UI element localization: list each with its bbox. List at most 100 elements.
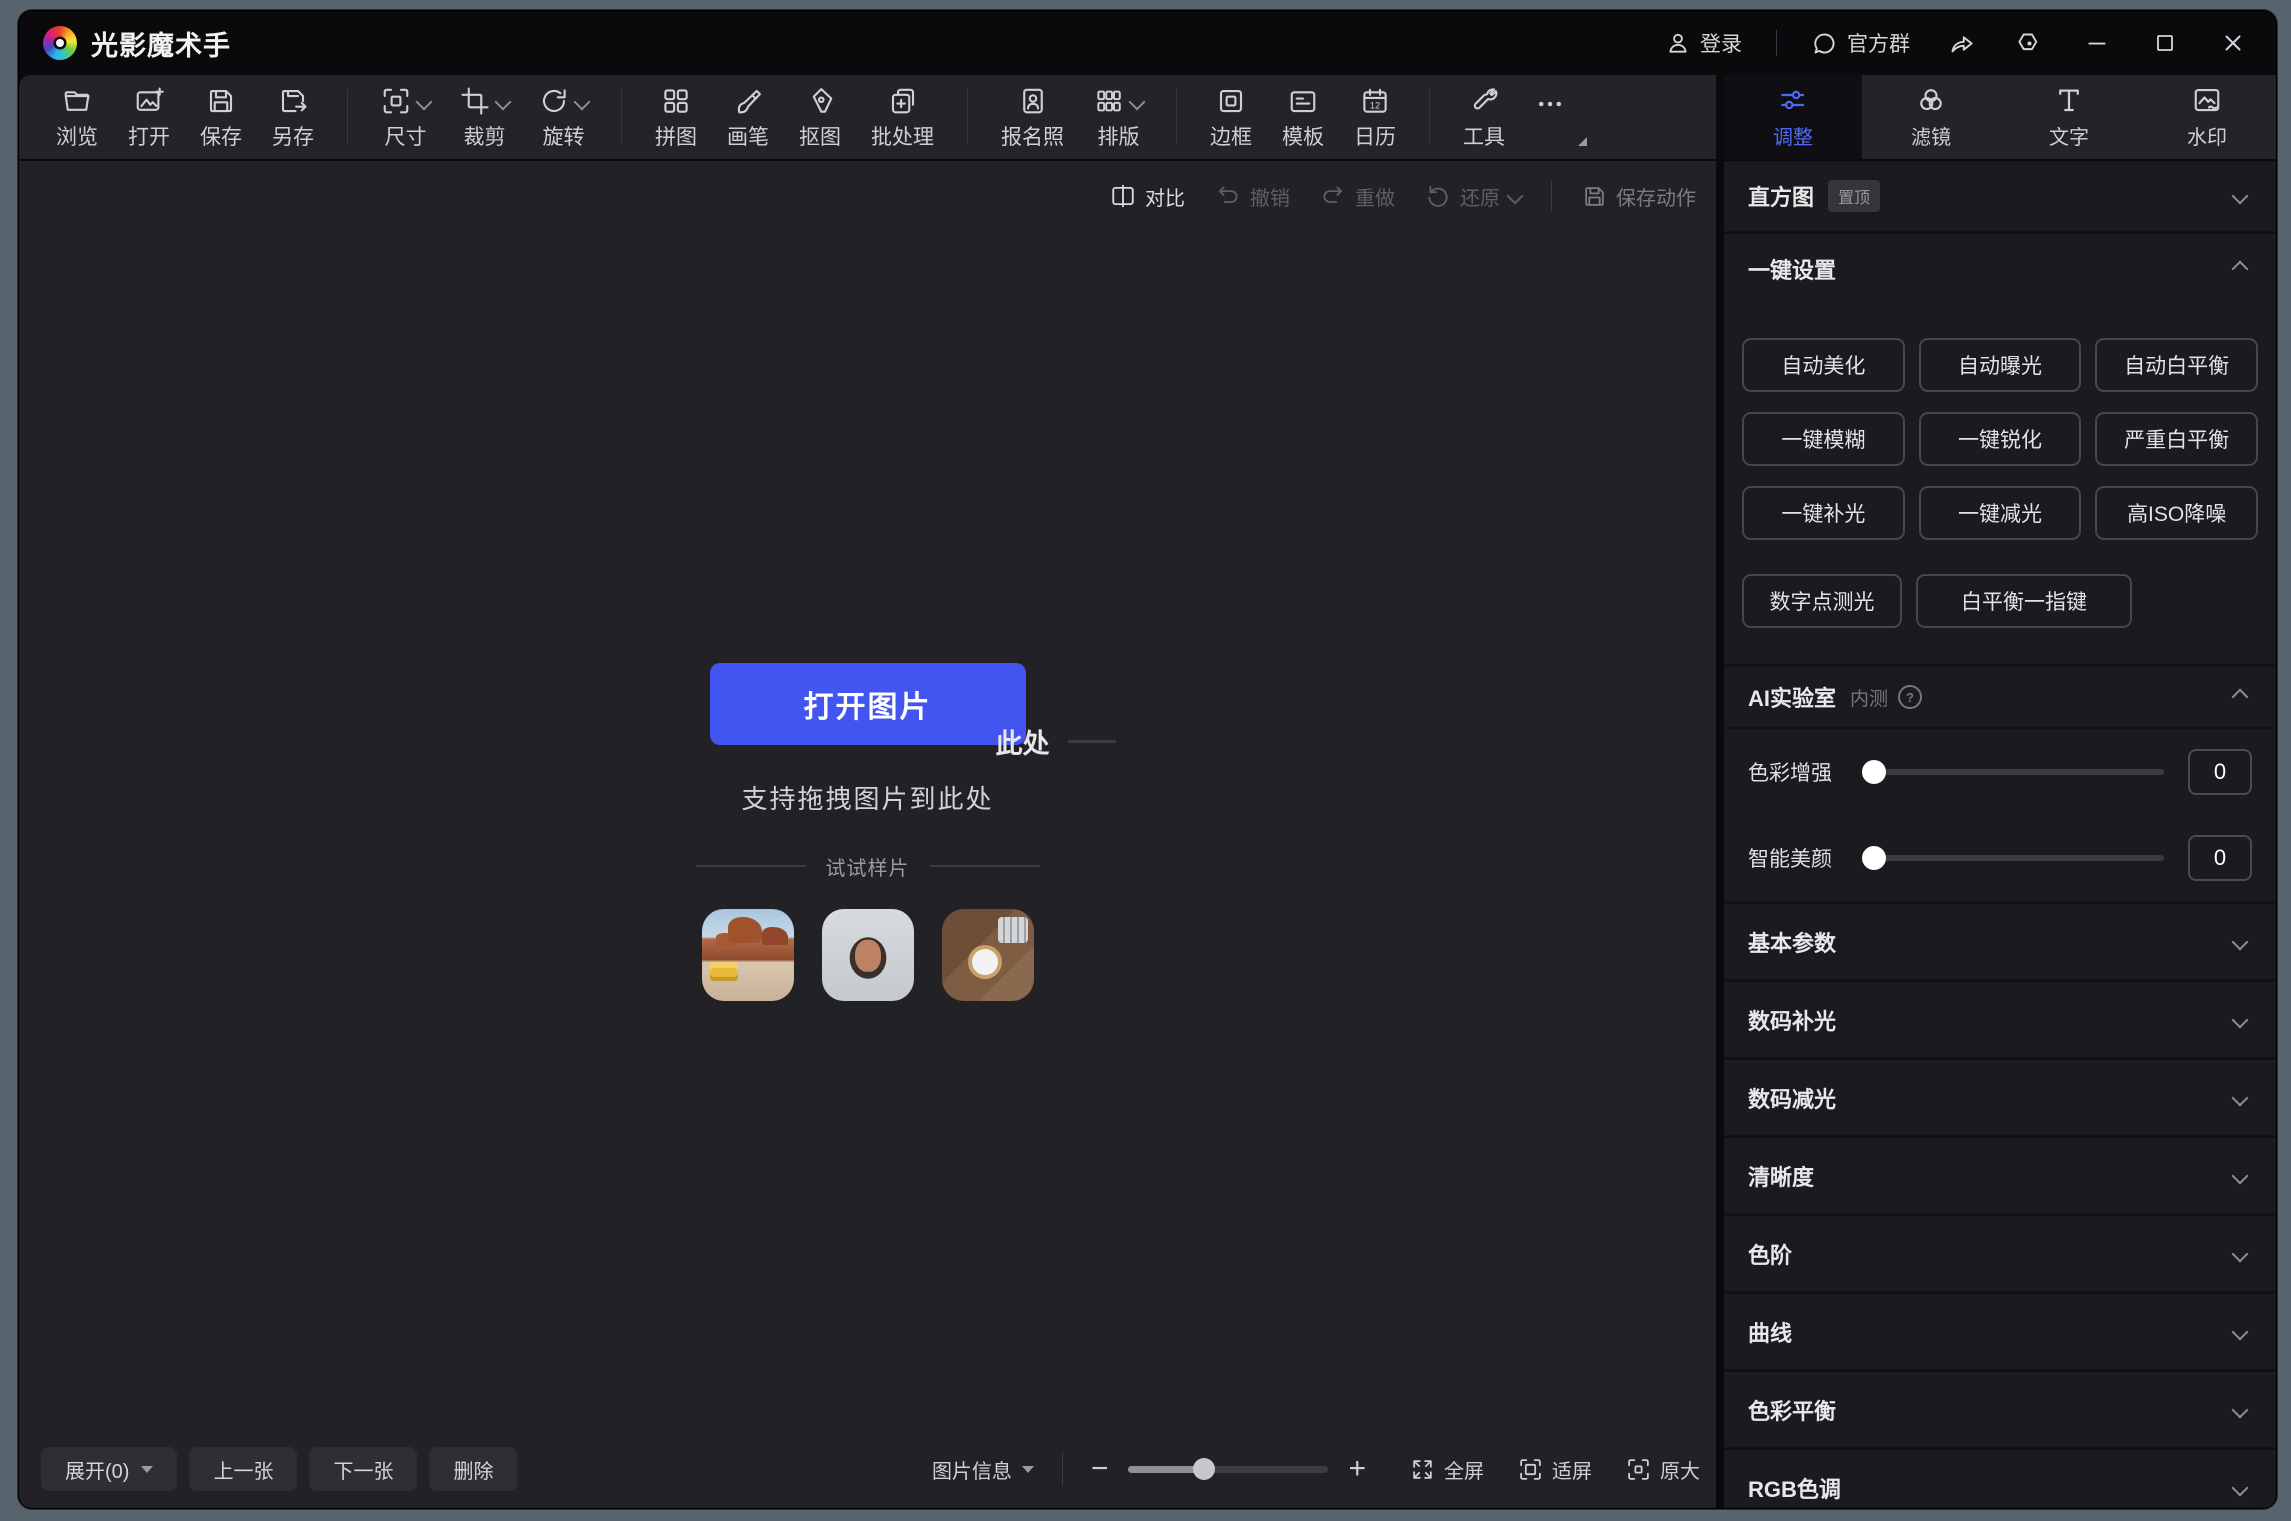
tab-filters[interactable]: 滤镜 — [1862, 75, 2000, 159]
triangle-down-icon — [141, 1466, 153, 1473]
sample-image-desk[interactable] — [942, 909, 1034, 1001]
undo-button[interactable]: 撤销 — [1215, 182, 1290, 211]
tab-adjust[interactable]: 调整 — [1724, 75, 1862, 159]
section-clarity: 清晰度 — [1724, 1135, 2276, 1213]
zoom-in-button[interactable]: + — [1348, 1454, 1366, 1484]
fit-screen-icon — [1518, 1457, 1543, 1482]
one-key-dim-light-button[interactable]: 一键减光 — [1919, 486, 2082, 540]
official-group-button[interactable]: 官方群 — [1811, 28, 1910, 58]
toolbar-layout[interactable]: 排版 — [1079, 84, 1158, 151]
user-icon — [1665, 30, 1691, 56]
auto-beautify-button[interactable]: 自动美化 — [1742, 338, 1905, 392]
one-key-blur-button[interactable]: 一键模糊 — [1742, 412, 1905, 466]
bottom-status-bar: 展开(0) 上一张 下一张 删除 图片信息 − — [19, 1438, 1716, 1508]
crop-icon — [460, 86, 490, 116]
section-digital-fill-light: 数码补光 — [1724, 979, 2276, 1057]
toolbar-crop[interactable]: 裁剪 — [445, 84, 524, 151]
chevron-up-icon — [2232, 689, 2249, 706]
gear-icon — [2016, 30, 2043, 57]
section-one-key-header[interactable]: 一键设置 — [1724, 234, 2276, 304]
smart-beauty-slider[interactable] — [1868, 855, 2164, 861]
sample-image-canyon[interactable] — [702, 909, 794, 1001]
chat-bubble-icon — [1811, 30, 1838, 57]
zoom-out-button[interactable]: − — [1091, 1454, 1109, 1484]
toolbar-collage[interactable]: 拼图 — [640, 84, 712, 151]
toolbar-batch[interactable]: 批处理 — [856, 84, 949, 151]
official-group-label: 官方群 — [1847, 28, 1910, 58]
one-key-sharpen-button[interactable]: 一键锐化 — [1919, 412, 2082, 466]
sample-image-portrait[interactable] — [822, 909, 914, 1001]
open-image-button[interactable]: 打开图片 — [710, 663, 1026, 745]
toolbar-divider — [1176, 89, 1177, 145]
section-histogram: 直方图 置顶 — [1724, 161, 2276, 231]
toolbar-browse[interactable]: 浏览 — [41, 84, 113, 151]
section-ai-lab: AI实验室 内测 ? 色彩增强 0 智能美颜 — [1724, 664, 2276, 901]
image-info-button[interactable]: 图片信息 — [932, 1455, 1034, 1484]
color-enhance-value[interactable]: 0 — [2188, 749, 2252, 795]
minimize-button[interactable] — [2080, 26, 2114, 60]
settings-button[interactable] — [2012, 26, 2046, 60]
toolbar-save-as[interactable]: 另存 — [257, 84, 329, 151]
close-button[interactable] — [2216, 26, 2250, 60]
white-balance-one-touch-button[interactable]: 白平衡一指键 — [1916, 574, 2132, 628]
auto-exposure-button[interactable]: 自动曝光 — [1919, 338, 2082, 392]
section-ai-lab-header[interactable]: AI实验室 内测 ? — [1724, 667, 2276, 729]
high-iso-denoise-button[interactable]: 高ISO降噪 — [2095, 486, 2258, 540]
more-ellipsis-icon — [1535, 89, 1565, 119]
auto-white-balance-button[interactable]: 自动白平衡 — [2095, 338, 2258, 392]
toolbar-rotate[interactable]: 旋转 — [524, 84, 603, 151]
toolbar-calendar[interactable]: 12 日历 — [1339, 84, 1411, 151]
toolbar-id-photo[interactable]: 报名照 — [986, 84, 1079, 151]
toolbar-cutout[interactable]: 抠图 — [784, 84, 856, 151]
tab-watermark[interactable]: 水印 — [2138, 75, 2276, 159]
slider-handle[interactable] — [1862, 760, 1886, 784]
restore-button[interactable]: 还原 — [1425, 182, 1521, 211]
redo-button[interactable]: 重做 — [1320, 182, 1395, 211]
severe-white-balance-button[interactable]: 严重白平衡 — [2095, 412, 2258, 466]
maximize-icon — [2153, 31, 2177, 55]
digital-spot-metering-button[interactable]: 数字点测光 — [1742, 574, 1902, 628]
minimize-icon — [2084, 30, 2110, 56]
toolbar-brush[interactable]: 画笔 — [712, 84, 784, 151]
zoom-slider-handle[interactable] — [1193, 1458, 1215, 1480]
previous-image-button[interactable]: 上一张 — [189, 1447, 297, 1491]
maximize-button[interactable] — [2148, 26, 2182, 60]
toolbar-frame[interactable]: 边框 — [1195, 84, 1267, 151]
pen-nib-icon — [805, 86, 835, 116]
slider-handle[interactable] — [1862, 846, 1886, 870]
chevron-down-icon — [2232, 1011, 2249, 1028]
fit-screen-button[interactable]: 适屏 — [1518, 1455, 1592, 1484]
text-tool-icon — [2054, 85, 2084, 115]
pinned-badge: 置顶 — [1828, 180, 1880, 212]
chevron-down-icon — [2232, 1323, 2249, 1340]
fullscreen-button[interactable]: 全屏 — [1410, 1455, 1484, 1484]
toolbar-tools[interactable]: 工具 — [1448, 84, 1520, 151]
save-action-button[interactable]: 保存动作 — [1582, 182, 1696, 211]
toolbar-template[interactable]: 模板 — [1267, 84, 1339, 151]
login-button[interactable]: 登录 — [1665, 28, 1742, 58]
expand-filmstrip-button[interactable]: 展开(0) — [41, 1447, 177, 1491]
one-key-fill-light-button[interactable]: 一键补光 — [1742, 486, 1905, 540]
zoom-slider[interactable] — [1128, 1466, 1328, 1473]
original-size-button[interactable]: 原大 — [1626, 1455, 1700, 1484]
toolbar-size[interactable]: 尺寸 — [366, 84, 445, 151]
compare-button[interactable]: 对比 — [1110, 182, 1185, 211]
toolbar-more[interactable] — [1520, 87, 1595, 148]
smart-beauty-value[interactable]: 0 — [2188, 835, 2252, 881]
compare-split-icon — [1110, 183, 1136, 209]
open-image-icon — [134, 86, 164, 116]
help-icon[interactable]: ? — [1898, 685, 1922, 709]
next-image-button[interactable]: 下一张 — [309, 1447, 417, 1491]
folder-icon — [62, 86, 92, 116]
tab-text[interactable]: 文字 — [2000, 75, 2138, 159]
toolbar-save[interactable]: 保存 — [185, 84, 257, 151]
section-curves: 曲线 — [1724, 1291, 2276, 1369]
drop-zone[interactable]: 打开图片 此处 支持拖拽图片到此处 试试样片 — [19, 225, 1716, 1438]
frame-icon — [1216, 86, 1246, 116]
color-enhance-slider[interactable] — [1868, 769, 2164, 775]
share-button[interactable] — [1944, 26, 1978, 60]
delete-image-button[interactable]: 删除 — [429, 1447, 517, 1491]
toolbar-open[interactable]: 打开 — [113, 84, 185, 151]
section-histogram-header[interactable]: 直方图 置顶 — [1724, 161, 2276, 231]
history-divider — [1551, 181, 1552, 211]
